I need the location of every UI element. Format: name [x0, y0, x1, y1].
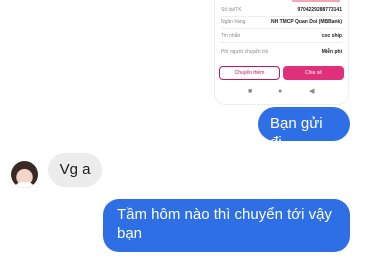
- chat-thread: Số tài/TK 9704229288773141 Ngân hàng NH …: [0, 0, 374, 257]
- outgoing-message-bubble[interactable]: Tầm hôm nào thì chuyển tới vậy bạn: [103, 199, 350, 252]
- contact-avatar[interactable]: [11, 161, 38, 188]
- receipt-row-key: Phí người chuyển trả: [221, 49, 268, 55]
- shared-receipt-image[interactable]: Số tài/TK 9704229288773141 Ngân hàng NH …: [215, 0, 348, 104]
- receipt-row-message: Tin nhắn coc ship: [221, 32, 342, 41]
- divider: [221, 42, 342, 43]
- android-nav-bar: ■ ● ◀: [215, 82, 348, 104]
- transfer-more-button[interactable]: Chuyển thêm: [219, 66, 280, 80]
- recent-apps-icon: ■: [248, 88, 253, 95]
- home-icon: ●: [278, 88, 283, 95]
- receipt-row-value: coc ship: [321, 33, 342, 39]
- receipt-row-fee: Phí người chuyển trả Miễn phí: [221, 48, 342, 57]
- avatar-shirt: [14, 182, 35, 188]
- receipt-row-value: 9704229288773141: [297, 7, 343, 13]
- receipt-row-bank: Ngân hàng NH TMCP Quan Doi (MBBank): [221, 18, 342, 27]
- bank-receipt: Số tài/TK 9704229288773141 Ngân hàng NH …: [215, 0, 348, 82]
- receipt-row-key: Số tài/TK: [221, 7, 242, 13]
- receipt-row-value: Miễn phí: [321, 49, 342, 55]
- receipt-row-key: Tin nhắn: [221, 33, 241, 39]
- amount-highlight: [292, 0, 340, 2]
- outgoing-message-bubble[interactable]: Bạn gửi đi: [258, 107, 350, 151]
- back-icon: ◀: [309, 88, 315, 95]
- divider: [221, 28, 342, 29]
- share-button[interactable]: Chia sẻ: [283, 66, 344, 80]
- incoming-message-bubble[interactable]: Vg a: [48, 153, 102, 187]
- receipt-row-value: NH TMCP Quan Doi (MBBank): [270, 19, 342, 25]
- receipt-row-key: Ngân hàng: [221, 19, 246, 25]
- divider: [221, 16, 342, 17]
- receipt-row-account: Số tài/TK 9704229288773141: [221, 6, 342, 15]
